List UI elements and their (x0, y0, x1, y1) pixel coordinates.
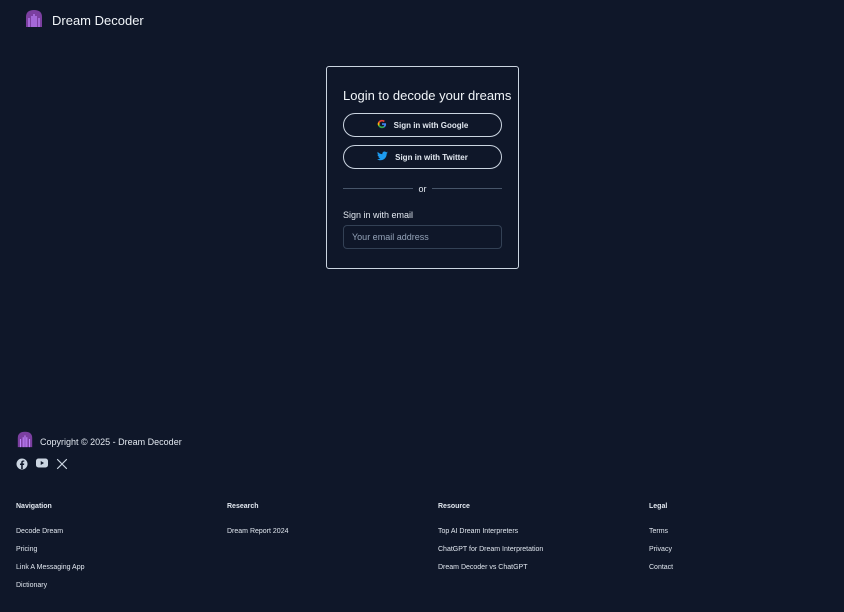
footer-column-resource: Resource Top AI Dream Interpreters ChatG… (438, 503, 543, 582)
divider-text: or (418, 184, 427, 194)
brand-name[interactable]: Dream Decoder (52, 13, 144, 28)
twitter-signin-button[interactable]: Sign in with Twitter (343, 145, 502, 169)
social-links (16, 458, 68, 470)
youtube-icon[interactable] (36, 458, 48, 470)
footer-link-decoder-vs-chatgpt[interactable]: Dream Decoder vs ChatGPT (438, 564, 543, 571)
x-icon[interactable] (56, 458, 68, 470)
footer-link-dictionary[interactable]: Dictionary (16, 582, 85, 589)
google-button-label: Sign in with Google (393, 120, 469, 130)
footer-link-messaging-app[interactable]: Link A Messaging App (16, 564, 85, 571)
footer-column-title: Research (227, 503, 259, 510)
footer-column-title: Navigation (16, 503, 52, 510)
google-signin-button[interactable]: Sign in with Google (343, 113, 502, 137)
google-icon (377, 119, 387, 131)
footer-column-research: Research Dream Report 2024 (227, 503, 288, 546)
footer-link-decode-dream[interactable]: Decode Dream (16, 528, 85, 535)
footer-logo-icon[interactable] (16, 430, 34, 453)
footer-brand: Copyright © 2025 - Dream Decoder (16, 430, 182, 453)
footer-link-privacy[interactable]: Privacy (649, 546, 673, 553)
facebook-icon[interactable] (16, 458, 28, 470)
site-header: Dream Decoder (24, 8, 144, 33)
footer-column-title: Resource (438, 503, 470, 510)
footer-link-terms[interactable]: Terms (649, 528, 673, 535)
footer-link-contact[interactable]: Contact (649, 564, 673, 571)
footer-link-chatgpt-interpretation[interactable]: ChatGPT for Dream Interpretation (438, 546, 543, 553)
footer-link-pricing[interactable]: Pricing (16, 546, 85, 553)
footer-column-navigation: Navigation Decode Dream Pricing Link A M… (16, 503, 85, 600)
footer-link-dream-report[interactable]: Dream Report 2024 (227, 528, 288, 535)
footer-column-legal: Legal Terms Privacy Contact (649, 503, 673, 582)
email-input[interactable] (343, 225, 502, 249)
login-card: Login to decode your dreams Sign in with… (326, 66, 519, 269)
copyright-text: Copyright © 2025 - Dream Decoder (40, 436, 182, 447)
email-label: Sign in with email (343, 210, 414, 220)
twitter-icon (377, 151, 388, 163)
footer-column-title: Legal (649, 503, 668, 510)
twitter-button-label: Sign in with Twitter (395, 152, 468, 162)
divider-line-right (432, 188, 502, 189)
or-divider: or (343, 183, 502, 195)
footer-link-top-ai-interpreters[interactable]: Top AI Dream Interpreters (438, 528, 543, 535)
logo-icon[interactable] (24, 8, 44, 33)
login-title: Login to decode your dreams (343, 88, 512, 103)
